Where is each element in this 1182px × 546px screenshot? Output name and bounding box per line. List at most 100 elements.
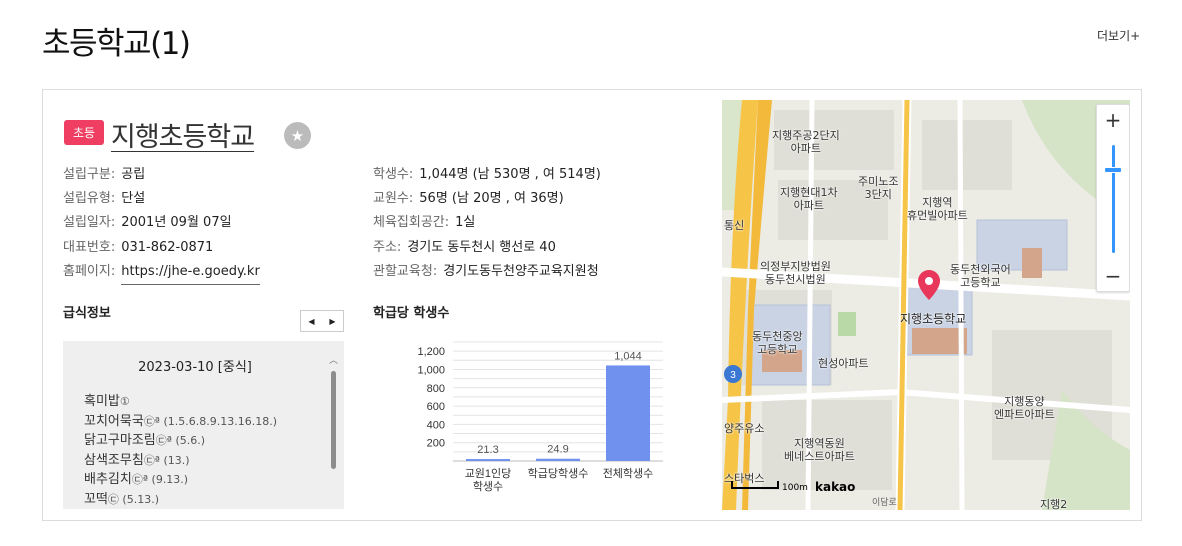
- chart-section-title: 학급당 학생수: [373, 306, 450, 321]
- favorite-button[interactable]: ★: [284, 122, 311, 149]
- zoom-in-button[interactable]: +: [1097, 105, 1129, 135]
- homepage-link[interactable]: https://jhe-e.goedy.kr: [121, 260, 260, 286]
- meal-item-list: 혹미밥① 꼬치어묵국㉢ª (1.5.6.8.9.13.16.18.) 닭고구마조…: [84, 392, 277, 509]
- info-value: 031-862-0871: [121, 239, 214, 255]
- map-label: 지행역 휴먼빌아파트: [907, 196, 968, 222]
- star-icon: ★: [290, 126, 305, 145]
- chart-category-label: 학생수: [473, 480, 503, 493]
- map-label: 동두천외국어 고등학교: [950, 263, 1011, 289]
- zoom-slider-handle[interactable]: [1104, 167, 1122, 173]
- map-zoom-control: + −: [1096, 104, 1130, 292]
- meal-item: 혹미밥①: [84, 394, 130, 409]
- info-row-kind: 설립유형: 단설: [63, 187, 260, 211]
- info-label: 관할교육청: [373, 263, 433, 279]
- chart-bar: [606, 365, 650, 461]
- chart-data-label: 1,044: [614, 350, 642, 362]
- info-row-phone: 대표번호:031-862-0871: [63, 236, 260, 260]
- chart-y-tick: 600: [427, 401, 445, 413]
- road-label: 이담로: [872, 496, 897, 508]
- more-link[interactable]: 더보기+: [1097, 27, 1140, 44]
- map-label: 주미노조 3단지: [858, 175, 899, 201]
- info-label: 설립일자: [63, 215, 111, 231]
- school-info-right: 학생수:1,044명 (남 530명 , 여 514명) 교원수:56명 (남 …: [373, 163, 601, 284]
- map-label: 동두천중앙 고등학교: [752, 330, 803, 356]
- meal-next-button[interactable]: ▶: [322, 311, 343, 331]
- page-title: 초등학교(1): [42, 26, 191, 62]
- info-value: 경기도 동두천시 행선로 40: [407, 239, 556, 255]
- school-card: 초등 지행초등학교 ★ 설립구분: 공립 설립유형: 단설 설립일자:2001년 0…: [42, 89, 1142, 521]
- meal-prev-button[interactable]: ◀: [301, 311, 322, 331]
- map-label: 지행주공2단지 아파트: [772, 129, 840, 155]
- chevron-up-icon[interactable]: ︿: [329, 353, 338, 366]
- info-label: 학생수: [373, 167, 409, 182]
- map-label: 지행2: [1040, 498, 1068, 510]
- map-scale-bar: [731, 481, 779, 489]
- location-pin-icon[interactable]: [918, 270, 940, 300]
- info-label: 교원수: [373, 191, 409, 207]
- triangle-left-icon: ◀: [308, 316, 315, 326]
- map-label: 의정부지방법원 동두천시법원: [760, 260, 831, 286]
- info-label: 설립유형: [63, 191, 111, 207]
- map-label-school: 지행초등학교: [900, 312, 967, 326]
- meal-item: 닭고구마조림㉢ª (5.6.): [84, 433, 206, 448]
- info-value: 경기도동두천양주교육지원청: [443, 263, 599, 279]
- meal-item: 꼬치어묵국㉢ª (1.5.6.8.9.13.16.18.): [84, 413, 278, 429]
- scrollbar-thumb[interactable]: [331, 371, 336, 469]
- info-value: 56명 (남 20명 , 여 36명): [419, 191, 564, 207]
- chart-y-tick: 200: [427, 438, 445, 450]
- meal-pagination: ◀ ▶: [300, 310, 344, 332]
- map-label: 지행현대1차 아파트: [780, 186, 838, 212]
- meal-scrollbar[interactable]: ︿: [329, 353, 339, 503]
- info-row-students: 학생수:1,044명 (남 530명 , 여 514명): [373, 163, 601, 187]
- info-value: 1,044명 (남 530명 , 여 514명): [419, 167, 601, 182]
- students-per-class-chart: 200 400 600 800 1,000 1,200 21.3 교원1인당학생수 24.9 학급…: [417, 341, 663, 493]
- meal-date: 2023-03-10 [중식]: [138, 360, 252, 375]
- info-label: 홈페이지: [63, 263, 111, 279]
- chart-category-label: 학급당학생수: [528, 467, 589, 480]
- meal-item: 삼색조무침㉢ª (13.): [84, 452, 190, 468]
- info-row-teachers: 교원수:56명 (남 20명 , 여 36명): [373, 187, 601, 211]
- map-view[interactable]: 3 이담로 지행주공2단지 아파트 지행현대1차 아파트 주미노조 3단지 지행역 휴먼…: [722, 100, 1130, 510]
- map-label: 양주유소: [724, 422, 765, 435]
- chart-y-tick: 1,000: [417, 364, 445, 376]
- kakao-logo: kakao: [815, 480, 856, 494]
- info-row-type: 설립구분: 공립: [63, 163, 260, 187]
- info-value: 1실: [455, 215, 476, 231]
- meal-menu-panel[interactable]: 2023-03-10 [중식] 혹미밥① 꼬치어묵국㉢ª (1.5.6.8.9.…: [63, 341, 344, 509]
- map-label: 지행동양 엔파트아파트: [994, 395, 1055, 421]
- chart-data-label: 21.3: [477, 444, 498, 456]
- info-label: 주소: [373, 239, 397, 255]
- zoom-slider-track[interactable]: [1112, 145, 1115, 253]
- map-label: 지행역동원 베네스트아파트: [784, 437, 855, 463]
- info-value: 단설: [121, 191, 146, 207]
- info-label: 설립구분: [63, 167, 111, 182]
- meal-item: 배추김치㉢ª (9.13.): [84, 472, 189, 487]
- school-level-badge: 초등: [64, 120, 104, 145]
- info-row-founded: 설립일자:2001년 09월 07일: [63, 211, 260, 235]
- chart-data-label: 24.9: [547, 444, 568, 456]
- chart-y-tick: 800: [427, 383, 445, 395]
- map-scale-text: 100m: [782, 483, 808, 493]
- chart-y-tick: 1,200: [417, 346, 445, 358]
- info-value: 2001년 09월 07일: [121, 215, 232, 231]
- map-label: 통신: [724, 219, 745, 232]
- info-row-address: 주소: 경기도 동두천시 행선로 40: [373, 236, 601, 260]
- meal-item: 꼬떡㉢ (5.13.): [84, 491, 159, 507]
- chart-bar: [466, 459, 510, 462]
- meal-section-title: 급식정보: [63, 306, 111, 321]
- map-label: 현성아파트: [818, 357, 869, 370]
- chart-category-label: 전체학생수: [603, 467, 654, 480]
- route-number: 3: [730, 370, 736, 381]
- school-info-left: 설립구분: 공립 설립유형: 단설 설립일자:2001년 09월 07일 대표번호:…: [63, 163, 260, 286]
- chart-y-tick: 400: [427, 419, 445, 431]
- zoom-out-button[interactable]: −: [1097, 261, 1129, 291]
- info-row-homepage: 홈페이지: https://jhe-e.goedy.kr: [63, 260, 260, 286]
- triangle-right-icon: ▶: [329, 316, 336, 326]
- info-row-gym: 체육집회공간:1실: [373, 211, 601, 235]
- info-label: 대표번호: [63, 239, 111, 255]
- chart-category-label: 교원1인당: [465, 467, 512, 480]
- school-name-link[interactable]: 지행초등학교: [111, 115, 255, 154]
- info-row-office: 관할교육청: 경기도동두천양주교육지원청: [373, 260, 601, 284]
- info-value: 공립: [121, 167, 146, 182]
- chart-bar: [536, 458, 580, 461]
